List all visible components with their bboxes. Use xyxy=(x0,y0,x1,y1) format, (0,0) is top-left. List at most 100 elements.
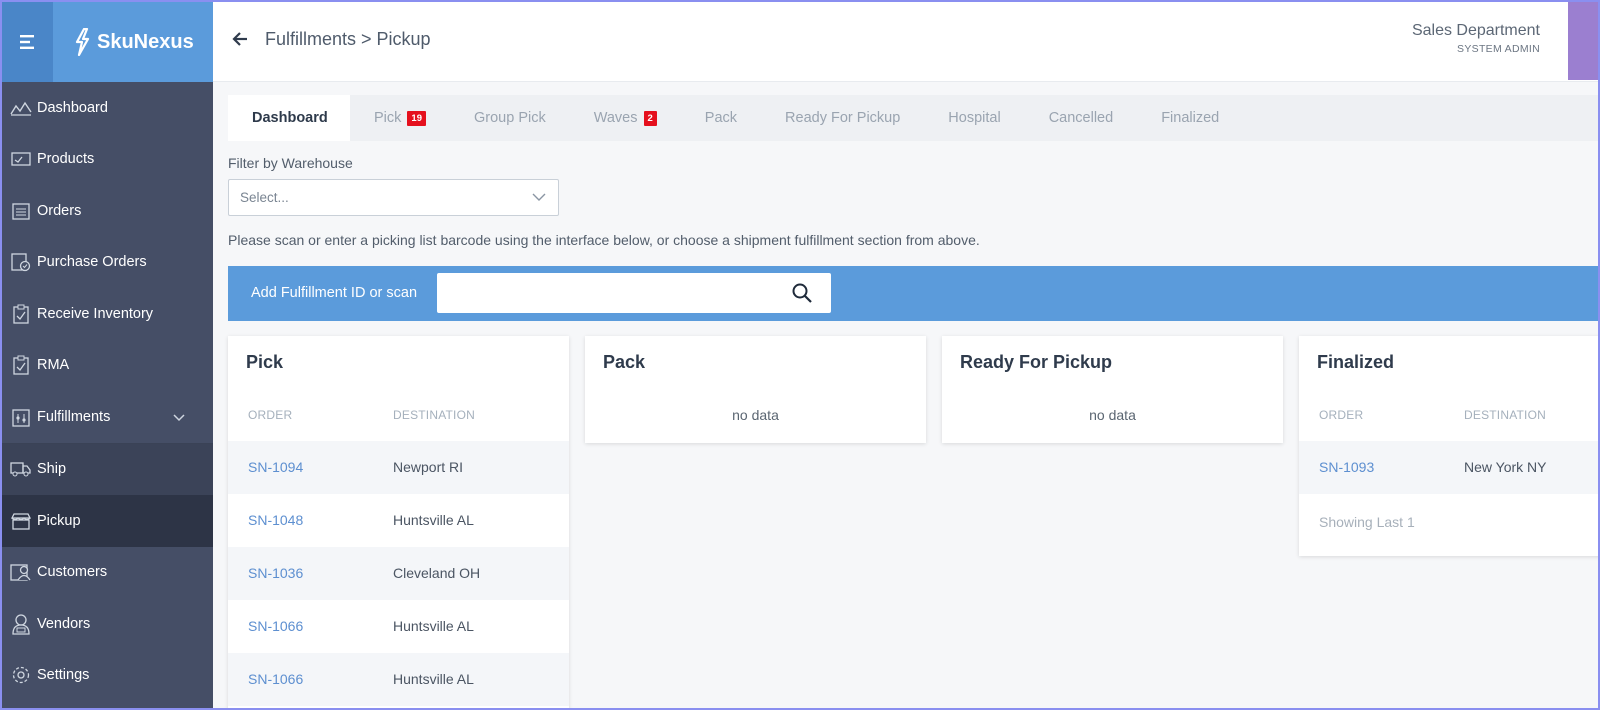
tab-label: Hospital xyxy=(948,110,1001,126)
table-row[interactable]: SN-1066 Huntsville AL xyxy=(228,653,569,706)
tab-label: Ready For Pickup xyxy=(785,110,901,126)
pack-card: Pack no data xyxy=(585,336,926,443)
tab-hospital[interactable]: Hospital xyxy=(948,95,1000,141)
app-frame: SkuNexus Dashboard Products Orders Purch… xyxy=(0,0,1600,710)
table-row[interactable]: SN-1093 New York NY xyxy=(1299,441,1598,494)
sidebar-item-label: Receive Inventory xyxy=(37,305,154,322)
tab-pack[interactable]: Pack xyxy=(705,95,737,141)
chevron-down-icon xyxy=(173,410,185,426)
tab-label: Finalized xyxy=(1161,110,1220,126)
tab-label: Cancelled xyxy=(1048,110,1114,126)
sidebar-item-label: Vendors xyxy=(37,615,91,632)
store-icon xyxy=(10,510,32,532)
tab-ready-for-pickup[interactable]: Ready For Pickup xyxy=(785,95,900,141)
ready-for-pickup-card: Ready For Pickup no data xyxy=(942,336,1283,443)
destination: Cleveland OH xyxy=(393,565,481,581)
product-icon xyxy=(10,148,32,170)
sidebar-item-label: Customers xyxy=(37,564,108,581)
tab-dashboard[interactable]: Dashboard xyxy=(228,95,350,141)
order-link[interactable]: SN-1066 xyxy=(248,671,303,687)
tab-label: Group Pick xyxy=(473,110,546,126)
sidebar-item-settings[interactable]: Settings xyxy=(2,650,213,702)
sidebar-item-purchase-orders[interactable]: Purchase Orders xyxy=(2,237,213,289)
destination: Newport RI xyxy=(393,459,464,475)
column-header-order: ORDER xyxy=(248,408,293,422)
destination: Huntsville AL xyxy=(393,512,474,528)
table-row[interactable]: SN-1066 Huntsville AL xyxy=(228,600,569,653)
tab-label: Waves xyxy=(593,110,638,126)
order-link[interactable]: SN-1048 xyxy=(248,512,303,528)
table-row[interactable]: SN-1048 Huntsville AL xyxy=(228,494,569,547)
sidebar-item-pickup[interactable]: Pickup xyxy=(2,495,213,547)
brand-logo[interactable]: SkuNexus xyxy=(53,2,213,82)
card-title: Pack xyxy=(603,352,646,372)
gear-icon xyxy=(10,664,32,686)
tab-group-pick[interactable]: Group Pick xyxy=(474,95,546,141)
table-row[interactable]: SN-1036 Cleveland OH xyxy=(228,547,569,600)
department-name: Sales Department xyxy=(1411,22,1540,39)
fulfillment-tabs: Dashboard Pick 19 Group Pick Waves 2 Pac… xyxy=(228,95,1598,141)
tab-cancelled[interactable]: Cancelled xyxy=(1049,95,1114,141)
order-link[interactable]: SN-1066 xyxy=(248,618,303,634)
sidebar-item-orders[interactable]: Orders xyxy=(2,185,213,237)
sidebar-item-label: Ship xyxy=(37,461,67,478)
scan-bar: Add Fulfillment ID or scan xyxy=(228,266,1598,321)
arrow-left-icon xyxy=(232,32,247,46)
tab-waves[interactable]: Waves 2 xyxy=(594,95,657,141)
pick-count-badge: 19 xyxy=(407,110,426,126)
rma-icon xyxy=(10,354,32,376)
user-role: SYSTEM ADMIN xyxy=(1457,43,1540,55)
hamburger-icon xyxy=(19,35,34,49)
back-button[interactable] xyxy=(229,28,251,50)
destination: Huntsville AL xyxy=(393,671,474,687)
user-menu[interactable]: Sales Department SYSTEM ADMIN xyxy=(1412,22,1540,55)
truck-icon xyxy=(10,458,32,480)
destination: New York NY xyxy=(1464,459,1547,475)
tab-pick[interactable]: Pick 19 xyxy=(374,95,426,141)
sidebar-item-dashboard[interactable]: Dashboard xyxy=(2,82,213,134)
tab-label: Dashboard xyxy=(252,110,328,126)
bolt-logo-icon xyxy=(75,28,90,56)
card-title: Pick xyxy=(246,352,284,372)
tab-finalized[interactable]: Finalized xyxy=(1161,95,1219,141)
order-link[interactable]: SN-1094 xyxy=(248,459,303,475)
empty-state: no data xyxy=(732,407,779,423)
showing-count: Showing Last 1 xyxy=(1319,514,1415,530)
fulfillments-icon xyxy=(10,406,32,428)
table-row[interactable]: SN-1094 Newport RI xyxy=(228,441,569,494)
order-link[interactable]: SN-1036 xyxy=(248,565,303,581)
menu-toggle-button[interactable] xyxy=(2,2,53,82)
purchase-orders-icon xyxy=(10,251,32,273)
sidebar-item-rma[interactable]: RMA xyxy=(2,340,213,392)
breadcrumb: Fulfillments > Pickup xyxy=(265,29,431,49)
sidebar-nav: Dashboard Products Orders Purchase Order… xyxy=(2,82,213,701)
sidebar-item-label: Fulfillments xyxy=(37,408,111,425)
sidebar-item-customers[interactable]: Customers xyxy=(2,547,213,599)
sidebar-item-ship[interactable]: Ship xyxy=(2,443,213,495)
sidebar-item-vendors[interactable]: Vendors xyxy=(2,598,213,650)
search-icon[interactable] xyxy=(791,282,813,304)
instructions-text: Please scan or enter a picking list barc… xyxy=(228,232,980,248)
avatar[interactable] xyxy=(1568,2,1598,80)
warehouse-select[interactable]: Select... xyxy=(228,179,559,216)
sidebar-item-receive-inventory[interactable]: Receive Inventory xyxy=(2,288,213,340)
column-header-destination: DESTINATION xyxy=(1464,408,1546,422)
sidebar-item-products[interactable]: Products xyxy=(2,134,213,186)
sidebar-item-label: Dashboard xyxy=(37,99,108,116)
top-header: Fulfillments > Pickup Sales Department S… xyxy=(213,2,1598,82)
sidebar-item-label: Products xyxy=(37,151,95,168)
column-header-order: ORDER xyxy=(1319,408,1364,422)
clipboard-icon xyxy=(10,303,32,325)
filter-label: Filter by Warehouse xyxy=(228,155,353,171)
sidebar: SkuNexus Dashboard Products Orders Purch… xyxy=(2,2,213,708)
destination: Huntsville AL xyxy=(393,618,474,634)
sidebar-item-label: Purchase Orders xyxy=(37,254,147,271)
vendors-icon xyxy=(10,613,32,635)
chevron-down-icon xyxy=(532,193,546,201)
order-link[interactable]: SN-1093 xyxy=(1319,459,1374,475)
sidebar-item-label: Settings xyxy=(37,667,90,684)
sidebar-item-label: Orders xyxy=(37,202,82,219)
fulfillment-id-input[interactable] xyxy=(437,273,831,313)
sidebar-item-fulfillments[interactable]: Fulfillments xyxy=(2,391,213,443)
tab-label: Pack xyxy=(704,110,738,126)
